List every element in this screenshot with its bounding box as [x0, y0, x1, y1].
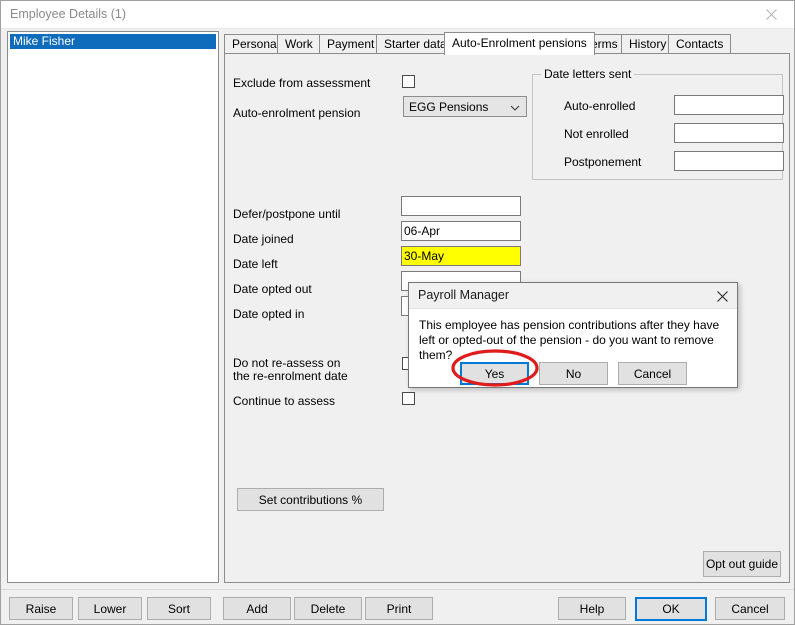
do-not-reassess-label: Do not re-assess on the re-enrolment dat… [233, 357, 348, 383]
employee-list[interactable]: Mike Fisher [7, 31, 219, 583]
continue-to-assess-checkbox[interactable] [402, 392, 415, 405]
tab-label: Personal [232, 37, 280, 51]
auto-enrolment-pension-select[interactable]: EGG Pensions [403, 96, 527, 117]
auto-enrolled-label: Auto-enrolled [564, 99, 636, 113]
chevron-down-icon [510, 102, 520, 112]
exclude-from-assessment-checkbox[interactable] [402, 75, 415, 88]
date-left-value: 30-May [404, 249, 445, 263]
date-opted-in-label: Date opted in [233, 307, 305, 321]
opt-out-guide-button[interactable]: Opt out guide [703, 551, 781, 577]
date-letters-sent-title: Date letters sent [541, 67, 635, 81]
add-button[interactable]: Add [223, 597, 291, 620]
auto-enrolled-input[interactable] [674, 95, 784, 115]
tab-label: Contacts [676, 37, 724, 51]
tab-auto-enrolment-pensions[interactable]: Auto-Enrolment pensions [444, 32, 595, 55]
sort-label: Sort [167, 601, 190, 616]
date-joined-value: 06-Apr [404, 224, 441, 238]
not-enrolled-label: Not enrolled [564, 127, 629, 141]
dialog-no-button[interactable]: No [539, 362, 608, 385]
defer-postpone-input[interactable] [401, 196, 521, 216]
close-icon-glyph [716, 290, 728, 302]
payroll-manager-dialog: Payroll Manager This employee has pensio… [408, 282, 738, 388]
lower-label: Lower [93, 601, 127, 616]
defer-postpone-label: Defer/postpone until [233, 207, 341, 221]
tab-label: Work [285, 37, 313, 51]
dialog-body: This employee has pension contributions … [409, 308, 737, 387]
chevron-down-icon-glyph [510, 105, 520, 111]
list-item[interactable]: Mike Fisher [10, 34, 216, 49]
window-titlebar: Employee Details (1) [1, 1, 794, 29]
auto-enrolment-pension-value: EGG Pensions [409, 100, 489, 114]
date-left-label: Date left [233, 257, 278, 271]
dialog-yes-button[interactable]: Yes [460, 362, 529, 385]
add-label: Add [246, 601, 268, 616]
dialog-message: This employee has pension contributions … [419, 318, 720, 362]
auto-enrolment-pension-label: Auto-enrolment pension [233, 106, 361, 120]
close-icon-glyph [766, 9, 777, 20]
dialog-no-label: No [565, 366, 582, 381]
dialog-cancel-button[interactable]: Cancel [618, 362, 687, 385]
tab-starter-data[interactable]: Starter data [376, 34, 455, 54]
window-title: Employee Details (1) [10, 7, 127, 21]
tab-work[interactable]: Work [277, 34, 321, 54]
sort-button[interactable]: Sort [147, 597, 211, 620]
date-joined-label: Date joined [233, 232, 294, 246]
tab-payment[interactable]: Payment [319, 34, 383, 54]
dialog-title: Payroll Manager [418, 288, 510, 302]
date-opted-out-label: Date opted out [233, 282, 312, 296]
tab-label: Starter data [384, 37, 447, 51]
dialog-cancel-label: Cancel [633, 366, 672, 381]
tab-label: Payment [327, 37, 375, 51]
not-enrolled-input[interactable] [674, 123, 784, 143]
cancel-button[interactable]: Cancel [715, 597, 785, 620]
postponement-label: Postponement [564, 155, 642, 169]
dialog-yes-label: Yes [484, 366, 505, 381]
close-icon[interactable] [711, 286, 733, 306]
exclude-from-assessment-label: Exclude from assessment [233, 76, 371, 90]
tab-history[interactable]: History [621, 34, 675, 54]
tab-label: History [629, 37, 667, 51]
print-button[interactable]: Print [365, 597, 433, 620]
help-button[interactable]: Help [558, 597, 626, 620]
date-letters-sent-group: Date letters sent Auto-enrolled Not enro… [532, 67, 784, 180]
date-joined-input[interactable]: 06-Apr [401, 221, 521, 241]
delete-button[interactable]: Delete [294, 597, 362, 620]
ok-label: OK [662, 602, 680, 616]
raise-label: Raise [25, 601, 57, 616]
close-icon[interactable] [749, 1, 794, 28]
set-contributions-button[interactable]: Set contributions % [237, 488, 384, 511]
bottom-button-bar: Raise Lower Sort Add Delete Print Help O… [1, 589, 794, 624]
date-left-input[interactable]: 30-May [401, 246, 521, 266]
cancel-label: Cancel [731, 601, 769, 616]
do-not-reassess-label-line2: the re-enrolment date [233, 369, 348, 383]
lower-button[interactable]: Lower [78, 597, 142, 620]
opt-out-guide-label: Opt out guide [705, 557, 779, 571]
tab-contacts[interactable]: Contacts [668, 34, 732, 54]
ok-button[interactable]: OK [635, 597, 707, 621]
continue-to-assess-label: Continue to assess [233, 394, 336, 408]
postponement-input[interactable] [674, 151, 784, 171]
delete-label: Delete [310, 601, 346, 616]
set-contributions-label: Set contributions % [258, 492, 363, 507]
help-label: Help [579, 601, 605, 616]
tab-strip: Personal Work Payment Starter data Auto-… [224, 32, 790, 55]
tab-label: Auto-Enrolment pensions [452, 36, 587, 50]
raise-button[interactable]: Raise [9, 597, 73, 620]
employee-details-window: Employee Details (1) Mike Fisher Persona… [0, 0, 795, 625]
employee-name: Mike Fisher [13, 34, 76, 48]
dialog-titlebar: Payroll Manager [409, 283, 737, 308]
print-label: Print [386, 601, 412, 616]
